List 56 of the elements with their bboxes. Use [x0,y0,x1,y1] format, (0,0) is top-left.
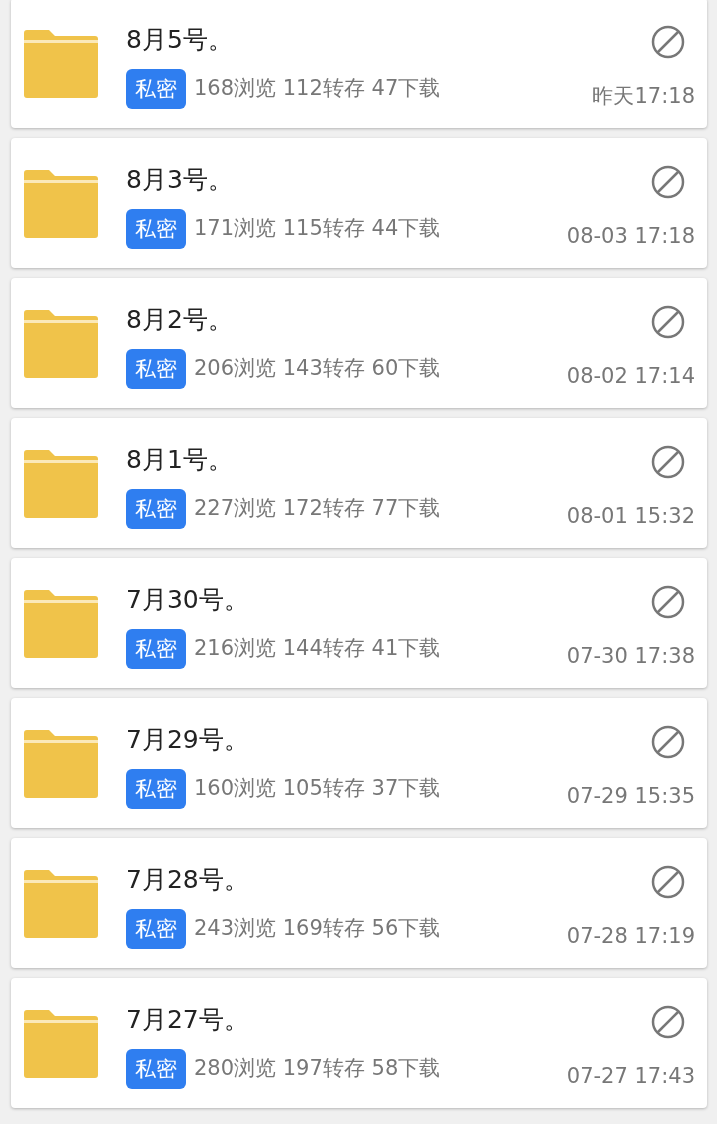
modified-time: 08-03 17:18 [566,223,695,250]
folder-stats: 168浏览 112转存 47下载 [194,75,441,103]
folder-card[interactable]: 8月3号。 私密 171浏览 115转存 44下载 08-03 17:18 [11,138,707,268]
folder-name: 7月28号。 [126,864,250,896]
privacy-tag: 私密 [126,629,186,669]
modified-time: 昨天17:18 [592,83,695,110]
folder-icon [24,450,98,518]
privacy-tag: 私密 [126,909,186,949]
modified-time: 07-28 17:19 [566,923,695,950]
modified-time: 07-29 15:35 [566,783,695,810]
folder-icon [24,30,98,98]
folder-name: 8月5号。 [126,24,234,56]
block-icon[interactable] [651,445,685,479]
block-icon[interactable] [651,305,685,339]
modified-time: 07-30 17:38 [566,643,695,670]
folder-card[interactable]: 7月30号。 私密 216浏览 144转存 41下载 07-30 17:38 [11,558,707,688]
folder-icon [24,870,98,938]
folder-icon [24,590,98,658]
folder-name: 8月2号。 [126,304,234,336]
folder-card[interactable]: 7月29号。 私密 160浏览 105转存 37下载 07-29 15:35 [11,698,707,828]
folder-stats: 216浏览 144转存 41下载 [194,635,441,663]
folder-name: 7月29号。 [126,724,250,756]
block-icon[interactable] [651,25,685,59]
folder-name: 7月27号。 [126,1004,250,1036]
folder-icon [24,1010,98,1078]
folder-stats: 227浏览 172转存 77下载 [194,495,441,523]
privacy-tag: 私密 [126,349,186,389]
folder-name: 8月3号。 [126,164,234,196]
block-icon[interactable] [651,725,685,759]
privacy-tag: 私密 [126,69,186,109]
folder-stats: 243浏览 169转存 56下载 [194,915,441,943]
block-icon[interactable] [651,1005,685,1039]
folder-stats: 160浏览 105转存 37下载 [194,775,441,803]
folder-name: 7月30号。 [126,584,250,616]
folder-card[interactable]: 8月1号。 私密 227浏览 172转存 77下载 08-01 15:32 [11,418,707,548]
privacy-tag: 私密 [126,1049,186,1089]
privacy-tag: 私密 [126,769,186,809]
modified-time: 08-02 17:14 [566,363,695,390]
privacy-tag: 私密 [126,209,186,249]
folder-icon [24,310,98,378]
block-icon[interactable] [651,165,685,199]
folder-icon [24,730,98,798]
folder-name: 8月1号。 [126,444,234,476]
modified-time: 08-01 15:32 [566,503,695,530]
block-icon[interactable] [651,585,685,619]
folder-stats: 206浏览 143转存 60下载 [194,355,441,383]
privacy-tag: 私密 [126,489,186,529]
modified-time: 07-27 17:43 [566,1063,695,1090]
folder-card[interactable]: 8月2号。 私密 206浏览 143转存 60下载 08-02 17:14 [11,278,707,408]
folder-stats: 280浏览 197转存 58下载 [194,1055,441,1083]
folder-card[interactable]: 7月28号。 私密 243浏览 169转存 56下载 07-28 17:19 [11,838,707,968]
folder-icon [24,170,98,238]
folder-card[interactable]: 7月27号。 私密 280浏览 197转存 58下载 07-27 17:43 [11,978,707,1108]
folder-stats: 171浏览 115转存 44下载 [194,215,441,243]
folder-card[interactable]: 8月5号。 私密 168浏览 112转存 47下载 昨天17:18 [11,0,707,128]
block-icon[interactable] [651,865,685,899]
